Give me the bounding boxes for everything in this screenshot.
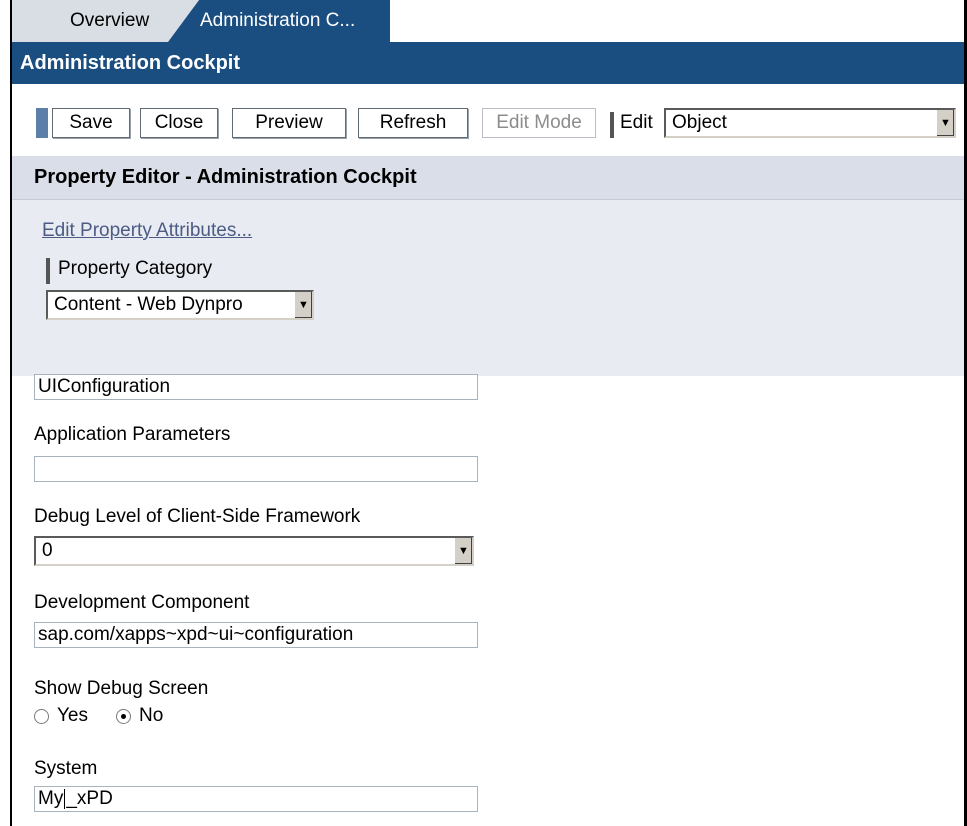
ui-configuration-field[interactable]: UIConfiguration (34, 374, 478, 400)
tab-administration-cockpit[interactable]: Administration C... (168, 0, 390, 42)
development-component-field[interactable]: sap.com/xapps~xpd~ui~configuration (34, 622, 478, 648)
chevron-down-icon[interactable]: ▼ (936, 110, 954, 136)
show-debug-screen-options: Yes No (34, 704, 163, 728)
close-button[interactable]: Close (140, 108, 218, 138)
edit-object-select[interactable]: Object ▼ (664, 108, 956, 138)
property-editor-panel: Edit Property Attributes... Property Cat… (12, 200, 964, 376)
show-debug-screen-label: Show Debug Screen (34, 678, 209, 699)
category-grip (46, 258, 50, 284)
toolbar-separator (610, 112, 614, 138)
chevron-down-icon[interactable]: ▼ (294, 292, 312, 318)
application-parameters-field[interactable] (34, 456, 478, 482)
save-button[interactable]: Save (52, 108, 130, 138)
edit-mode-button[interactable]: Edit Mode (482, 108, 596, 138)
page-title: Administration Cockpit (20, 51, 241, 74)
radio-no-label: No (139, 705, 164, 726)
tab-administration-label: Administration C... (200, 10, 356, 31)
system-label: System (34, 758, 98, 779)
application-parameters-label: Application Parameters (34, 424, 231, 445)
page-title-bar: Administration Cockpit (12, 42, 964, 84)
toolbar: Save Close Preview Refresh Edit Mode Edi… (12, 84, 964, 156)
property-category-select[interactable]: Content - Web Dynpro ▼ (46, 290, 314, 320)
radio-yes-label: Yes (57, 705, 88, 726)
edit-label: Edit (620, 112, 653, 133)
system-field[interactable]: My _xPD (34, 786, 478, 812)
property-editor-title: Property Editor - Administration Cockpit (34, 166, 417, 188)
chevron-down-icon[interactable]: ▼ (454, 538, 472, 564)
refresh-button[interactable]: Refresh (358, 108, 468, 138)
system-value-end: _xPD (66, 788, 113, 809)
property-editor-header: Property Editor - Administration Cockpit (12, 156, 964, 200)
debug-level-value: 0 (42, 540, 53, 561)
property-category-value: Content - Web Dynpro (54, 294, 243, 315)
toolbar-grip (36, 108, 48, 138)
radio-yes[interactable] (34, 708, 49, 724)
debug-level-select[interactable]: 0 ▼ (34, 536, 474, 566)
development-component-label: Development Component (34, 592, 250, 613)
radio-no[interactable] (116, 708, 131, 724)
debug-level-label: Debug Level of Client-Side Framework (34, 506, 361, 527)
tab-overview-label: Overview (70, 10, 150, 31)
edit-property-attributes-link[interactable]: Edit Property Attributes... (42, 220, 252, 242)
property-category-label: Property Category (58, 258, 213, 279)
edit-object-select-value: Object (672, 112, 727, 133)
preview-button[interactable]: Preview (232, 108, 346, 138)
system-value-start: My (38, 788, 64, 809)
